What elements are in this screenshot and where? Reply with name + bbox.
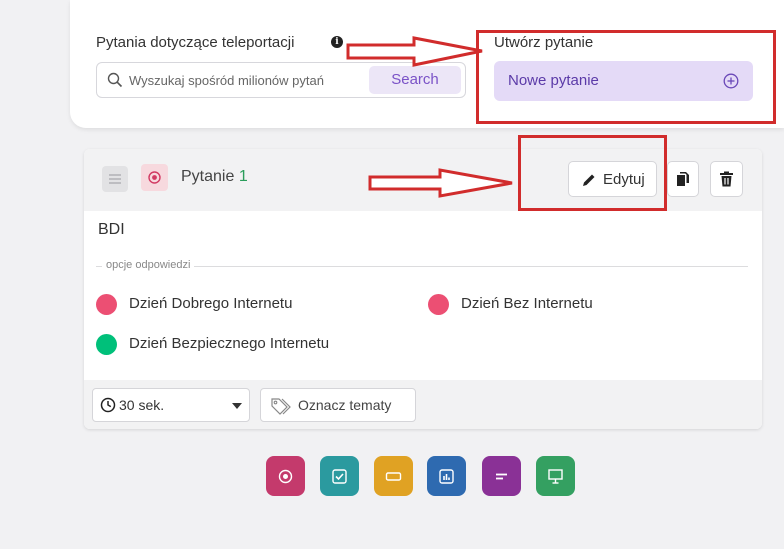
add-checkbox-button[interactable]	[320, 456, 359, 496]
add-slide-button[interactable]	[536, 456, 575, 496]
clock-icon	[100, 397, 116, 413]
drag-handle[interactable]	[102, 166, 128, 192]
radio-icon	[278, 469, 293, 484]
slide-icon	[548, 469, 563, 484]
search-input[interactable]	[129, 64, 361, 96]
add-multiple-choice-button[interactable]	[266, 456, 305, 496]
answer-options-label: opcje odpowiedzi	[102, 259, 195, 271]
annotation-box-create	[476, 30, 776, 124]
info-icon[interactable]: i	[331, 36, 343, 48]
annotation-arrow-edit	[368, 168, 513, 198]
chevron-down-icon	[232, 403, 242, 409]
trash-icon	[720, 171, 733, 187]
open-ended-icon	[496, 473, 507, 480]
answer-option-text: Dzień Dobrego Internetu	[129, 295, 293, 312]
answer-option-dot	[96, 294, 117, 315]
copy-icon	[677, 172, 689, 186]
tag-topics-button[interactable]: Oznacz tematy	[260, 388, 416, 422]
answer-option-text: Dzień Bezpiecznego Internetu	[129, 335, 330, 352]
answer-option-text: Dzień Bez Internetu	[461, 295, 593, 312]
add-fill-blank-button[interactable]	[374, 456, 413, 496]
annotation-arrow-create	[346, 36, 483, 67]
question-text: BDI	[98, 221, 125, 238]
annotation-box-edit	[518, 135, 667, 211]
answer-option-dot	[96, 334, 117, 355]
teleport-questions-label: Pytania dotyczące teleportacji	[96, 34, 295, 51]
multiple-choice-type-icon	[141, 164, 168, 191]
tag-icon	[271, 398, 291, 415]
question-footer: 30 sek. Oznacz tematy	[84, 380, 762, 429]
question-title-prefix: Pytanie	[181, 168, 235, 185]
answer-option-dot	[428, 294, 449, 315]
add-poll-button[interactable]	[427, 456, 466, 496]
text-field-icon	[385, 472, 402, 481]
search-button[interactable]: Search	[369, 66, 461, 94]
duplicate-button[interactable]	[667, 161, 699, 197]
checkbox-icon	[332, 469, 347, 484]
delete-button[interactable]	[710, 161, 743, 197]
question-number: 1	[238, 168, 248, 185]
poll-icon	[439, 469, 454, 484]
time-limit-select[interactable]: 30 sek.	[92, 388, 250, 422]
add-open-ended-button[interactable]	[482, 456, 521, 496]
search-icon	[107, 72, 123, 88]
tag-topics-label: Oznacz tematy	[298, 397, 392, 413]
time-limit-value: 30 sek.	[119, 397, 165, 413]
question-title: Pytanie 1	[181, 168, 248, 186]
